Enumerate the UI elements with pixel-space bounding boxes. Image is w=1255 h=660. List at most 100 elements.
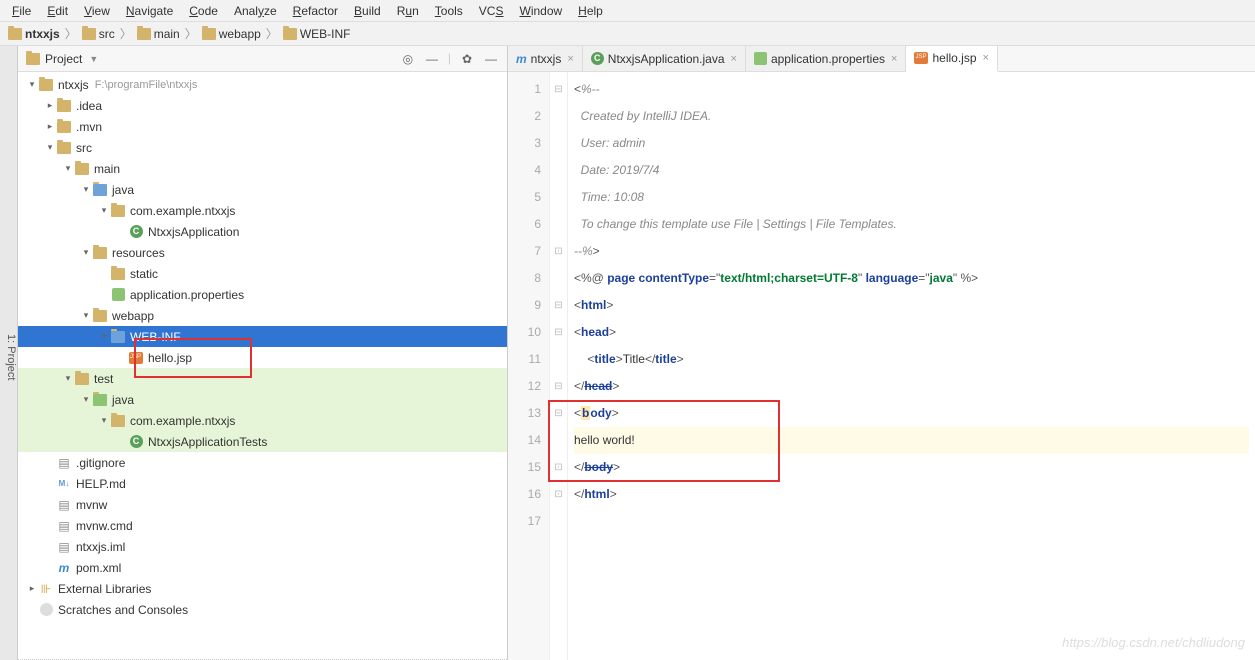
tree-arrow-icon[interactable]: ▾ (80, 184, 92, 195)
breadcrumb-item[interactable]: ntxxjs (6, 27, 62, 41)
editor-tab-ntxxjsapplication-java[interactable]: CNtxxjsApplication.java× (583, 46, 746, 71)
fold-marker[interactable] (550, 508, 567, 535)
tree-node-src[interactable]: ▾src (18, 137, 507, 158)
tree-arrow-icon[interactable]: ▾ (26, 79, 38, 90)
menu-code[interactable]: Code (181, 2, 226, 20)
sidebar-tab-project[interactable]: 1: Project (0, 46, 18, 660)
gear-icon[interactable]: ✿ (459, 51, 475, 67)
hide-icon[interactable]: — (483, 51, 499, 67)
jsp-icon (914, 52, 928, 64)
tree-node--gitignore[interactable]: ▤.gitignore (18, 452, 507, 473)
line-number: 15 (508, 454, 541, 481)
fold-marker[interactable] (550, 346, 567, 373)
breadcrumb-item[interactable]: src (80, 27, 117, 41)
editor-tab-hello-jsp[interactable]: hello.jsp× (906, 46, 997, 72)
line-number: 12 (508, 373, 541, 400)
tree-node-help-md[interactable]: M↓HELP.md (18, 473, 507, 494)
fold-marker[interactable] (550, 130, 567, 157)
tree-node-com-example-ntxxjs[interactable]: ▾com.example.ntxxjs (18, 200, 507, 221)
menu-edit[interactable]: Edit (39, 2, 76, 20)
tree-node-ntxxjsapplicationtests[interactable]: CNtxxjsApplicationTests (18, 431, 507, 452)
chevron-down-icon[interactable]: ▼ (89, 54, 98, 64)
tree-arrow-icon[interactable]: ▾ (98, 331, 110, 342)
tree-node-main[interactable]: ▾main (18, 158, 507, 179)
tree-arrow-icon[interactable]: ▾ (98, 205, 110, 216)
menu-vcs[interactable]: VCS (471, 2, 512, 20)
tree-node-webapp[interactable]: ▾webapp (18, 305, 507, 326)
tree-node-java[interactable]: ▾java (18, 389, 507, 410)
tree-arrow-icon[interactable]: ▾ (80, 247, 92, 258)
tree-node-scratches-and-consoles[interactable]: Scratches and Consoles (18, 599, 507, 620)
tree-arrow-icon[interactable]: ▾ (62, 373, 74, 384)
fold-marker[interactable]: ⊡ (550, 481, 567, 508)
tree-node-test[interactable]: ▾test (18, 368, 507, 389)
tree-arrow-icon[interactable]: ▾ (80, 394, 92, 405)
tree-label: ntxxjs (58, 78, 89, 92)
fold-marker[interactable]: ⊟ (550, 373, 567, 400)
fold-marker[interactable]: ⊡ (550, 238, 567, 265)
menu-tools[interactable]: Tools (427, 2, 471, 20)
tree-node-pom-xml[interactable]: mpom.xml (18, 557, 507, 578)
fold-marker[interactable]: ⊡ (550, 454, 567, 481)
fold-marker[interactable] (550, 211, 567, 238)
menu-analyze[interactable]: Analyze (226, 2, 285, 20)
fold-marker[interactable]: ⊟ (550, 319, 567, 346)
tree-node-static[interactable]: static (18, 263, 507, 284)
tree-arrow-icon[interactable]: ▾ (62, 163, 74, 174)
editor-tabs: mntxxjs×CNtxxjsApplication.java×applicat… (508, 46, 1255, 72)
tree-arrow-icon[interactable]: ▾ (80, 310, 92, 321)
tree-arrow-icon[interactable]: ▸ (26, 583, 38, 594)
fold-marker[interactable]: ⊟ (550, 76, 567, 103)
menu-view[interactable]: View (76, 2, 118, 20)
tree-node-ntxxjs[interactable]: ▾ntxxjsF:\programFile\ntxxjs (18, 74, 507, 95)
tree-node-application-properties[interactable]: application.properties (18, 284, 507, 305)
tree-arrow-icon[interactable]: ▾ (44, 142, 56, 153)
fold-marker[interactable] (550, 103, 567, 130)
fold-marker[interactable]: ⊟ (550, 400, 567, 427)
fold-marker[interactable] (550, 184, 567, 211)
close-icon[interactable]: × (567, 53, 573, 65)
breadcrumb-item[interactable]: webapp (200, 27, 263, 41)
tree-node--mvn[interactable]: ▸.mvn (18, 116, 507, 137)
close-icon[interactable]: × (731, 53, 737, 65)
breadcrumb-item[interactable]: WEB-INF (281, 27, 353, 41)
tree-node-web-inf[interactable]: ▾WEB-INF (18, 326, 507, 347)
fold-marker[interactable] (550, 427, 567, 454)
tree-arrow-icon[interactable]: ▾ (98, 415, 110, 426)
menu-run[interactable]: Run (389, 2, 427, 20)
tree-node-external-libraries[interactable]: ▸⊪External Libraries (18, 578, 507, 599)
menu-refactor[interactable]: Refactor (285, 2, 346, 20)
editor-tab-ntxxjs[interactable]: mntxxjs× (508, 46, 583, 71)
tree-node-resources[interactable]: ▾resources (18, 242, 507, 263)
project-tree[interactable]: ▾ntxxjsF:\programFile\ntxxjs▸.idea▸.mvn▾… (18, 72, 507, 660)
editor-tab-application-properties[interactable]: application.properties× (746, 46, 907, 71)
code-editor[interactable]: 1234567891011121314151617 ⊟⊡ ⊟⊟⊟⊟⊡⊡ <%--… (508, 72, 1255, 660)
tree-node-ntxxjsapplication[interactable]: CNtxxjsApplication (18, 221, 507, 242)
breadcrumb-item[interactable]: main (135, 27, 182, 41)
tree-label: mvnw (76, 498, 107, 512)
menu-file[interactable]: File (4, 2, 39, 20)
tree-node-mvnw[interactable]: ▤mvnw (18, 494, 507, 515)
menu-navigate[interactable]: Navigate (118, 2, 181, 20)
fold-marker[interactable] (550, 265, 567, 292)
project-panel: Project ▼ ◎ — | ✿ — ▾ntxxjsF:\programFil… (18, 46, 508, 660)
tree-node--idea[interactable]: ▸.idea (18, 95, 507, 116)
target-icon[interactable]: ◎ (400, 51, 416, 67)
tree-node-com-example-ntxxjs[interactable]: ▾com.example.ntxxjs (18, 410, 507, 431)
close-icon[interactable]: × (891, 53, 897, 65)
collapse-icon[interactable]: — (424, 51, 440, 67)
tree-node-hello-jsp[interactable]: hello.jsp (18, 347, 507, 368)
fold-marker[interactable]: ⊟ (550, 292, 567, 319)
tree-arrow-icon[interactable]: ▸ (44, 100, 56, 111)
close-icon[interactable]: × (983, 52, 989, 64)
tree-node-ntxxjs-iml[interactable]: ▤ntxxjs.iml (18, 536, 507, 557)
tree-node-mvnw-cmd[interactable]: ▤mvnw.cmd (18, 515, 507, 536)
tree-node-java[interactable]: ▾java (18, 179, 507, 200)
menu-build[interactable]: Build (346, 2, 389, 20)
code-area[interactable]: <%-- Created by IntelliJ IDEA. User: adm… (568, 72, 1255, 660)
folder-icon (111, 205, 125, 217)
tree-arrow-icon[interactable]: ▸ (44, 121, 56, 132)
fold-marker[interactable] (550, 157, 567, 184)
menu-window[interactable]: Window (511, 2, 570, 20)
menu-help[interactable]: Help (570, 2, 611, 20)
